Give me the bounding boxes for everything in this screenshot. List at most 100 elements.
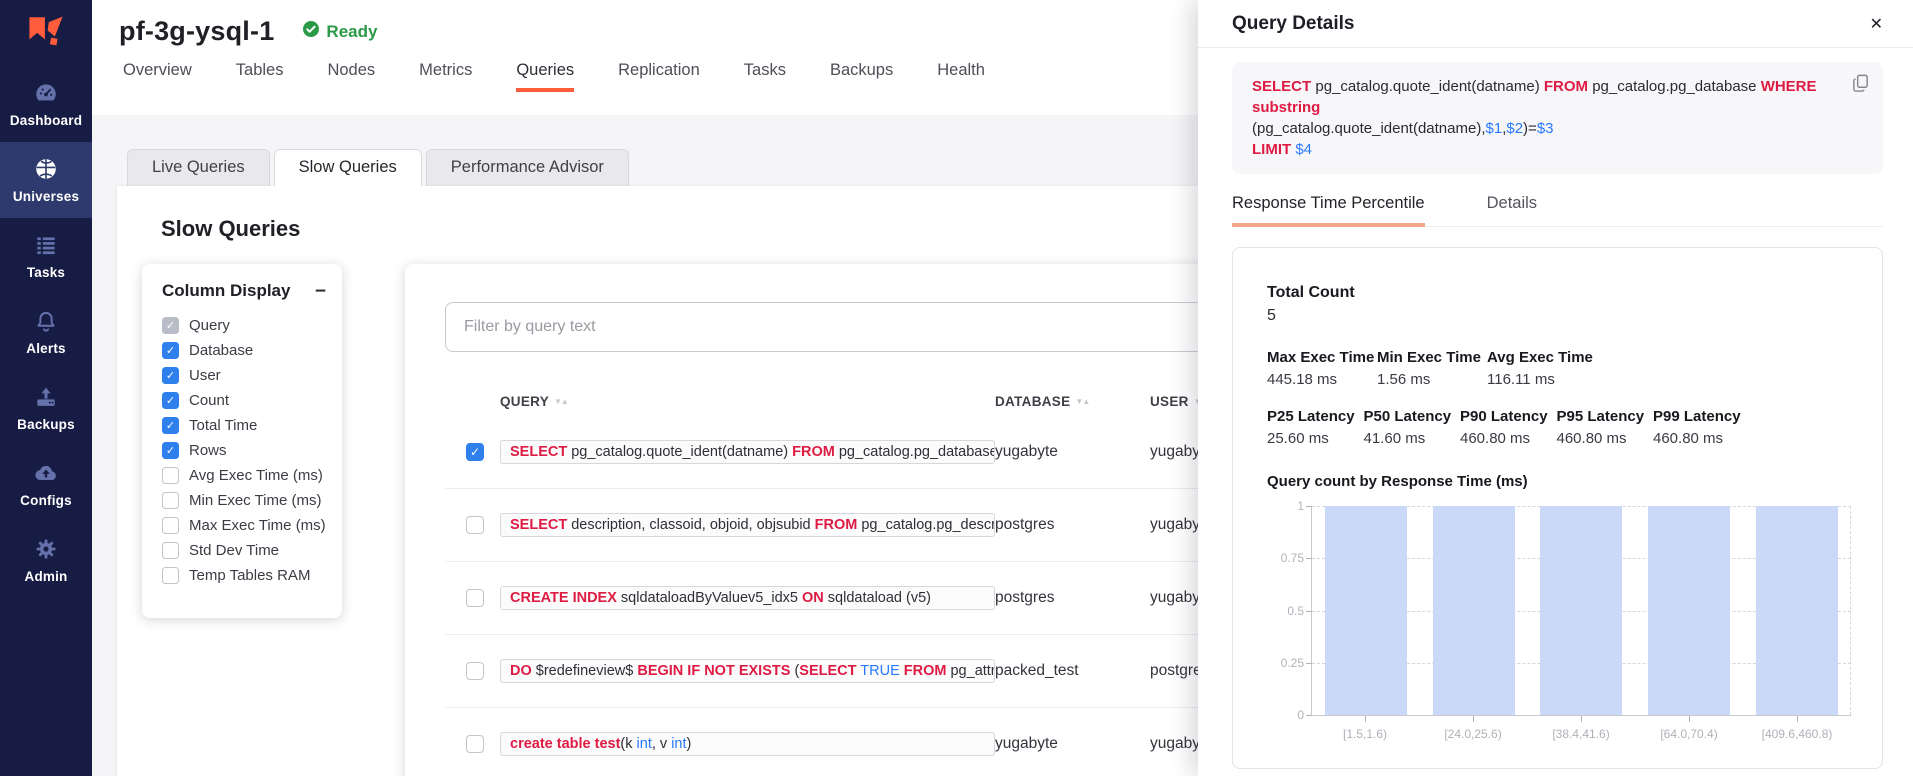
histogram-bar[interactable] — [1325, 506, 1407, 715]
yugabyte-logo[interactable] — [0, 0, 92, 66]
column-label: USER — [1150, 394, 1189, 409]
x-axis-label: [409.6,460.8) — [1743, 727, 1851, 741]
total-count-label: Total Count — [1267, 284, 1848, 302]
column-option-label: Temp Tables RAM — [189, 567, 310, 584]
query-text-chip[interactable]: SELECT description, classoid, objoid, ob… — [500, 513, 995, 537]
checkbox[interactable] — [162, 542, 179, 559]
tab-health[interactable]: Health — [937, 61, 985, 92]
column-option-temp-tables-ram[interactable]: Temp Tables RAM — [162, 563, 326, 588]
sidebar-item-configs[interactable]: Configs — [0, 446, 92, 522]
column-header-database[interactable]: DATABASE▼▲ — [995, 394, 1150, 409]
sidebar-item-label: Tasks — [27, 265, 65, 280]
query-filter-input[interactable] — [445, 302, 1245, 352]
stat-p95-latency: P95 Latency460.80 ms — [1557, 408, 1654, 447]
query-text-chip[interactable]: SELECT pg_catalog.quote_ident(datname) F… — [500, 440, 995, 464]
query-details-title: Query Details — [1232, 13, 1355, 35]
sql-value: int — [671, 736, 686, 752]
histogram-bar[interactable] — [1648, 506, 1730, 715]
close-icon[interactable]: ✕ — [1870, 14, 1883, 34]
checkbox[interactable] — [162, 467, 179, 484]
histogram-bar[interactable] — [1756, 506, 1838, 715]
tab-tables[interactable]: Tables — [236, 61, 284, 92]
subtab-live-queries[interactable]: Live Queries — [127, 149, 270, 186]
sort-icon[interactable]: ▼▲ — [554, 397, 568, 406]
sidebar-item-dashboard[interactable]: Dashboard — [0, 66, 92, 142]
subtab-performance-advisor[interactable]: Performance Advisor — [426, 149, 629, 186]
x-tick-slot — [1311, 716, 1419, 722]
column-option-min-exec-time-ms-[interactable]: Min Exec Time (ms) — [162, 488, 326, 513]
details-tab-details[interactable]: Details — [1487, 194, 1537, 227]
details-tab-response-time-percentile[interactable]: Response Time Percentile — [1232, 194, 1425, 227]
query-text-chip[interactable]: DO $redefineview$ BEGIN IF NOT EXISTS (S… — [500, 659, 995, 683]
sql-text: )= — [1523, 120, 1537, 137]
stat-value: 41.60 ms — [1364, 430, 1461, 447]
checkbox[interactable] — [162, 492, 179, 509]
column-option-query[interactable]: ✓Query — [162, 313, 326, 338]
column-option-user[interactable]: ✓User — [162, 363, 326, 388]
x-axis-tick — [1797, 716, 1798, 722]
sidebar-item-backups[interactable]: Backups — [0, 370, 92, 446]
column-option-count[interactable]: ✓Count — [162, 388, 326, 413]
sidebar-item-admin[interactable]: Admin — [0, 522, 92, 598]
collapse-minus-icon[interactable]: − — [315, 282, 326, 301]
chart-x-labels: [1.5,1.6)[24.0,25.6)[38.4,41.6)[64.0,70.… — [1311, 727, 1851, 741]
tab-replication[interactable]: Replication — [618, 61, 700, 92]
row-checkbox[interactable]: ✓ — [466, 443, 484, 461]
tab-queries[interactable]: Queries — [516, 61, 574, 92]
tab-overview[interactable]: Overview — [123, 61, 192, 92]
checkbox[interactable] — [162, 567, 179, 584]
checkbox[interactable]: ✓ — [162, 417, 179, 434]
stat-value: 1.56 ms — [1377, 371, 1487, 388]
ready-check-icon — [302, 20, 320, 43]
sql-keyword: SELECT — [510, 517, 567, 533]
checkbox[interactable]: ✓ — [162, 392, 179, 409]
column-option-avg-exec-time-ms-[interactable]: Avg Exec Time (ms) — [162, 463, 326, 488]
column-header-query[interactable]: QUERY▼▲ — [500, 394, 995, 409]
row-checkbox[interactable] — [466, 589, 484, 607]
sql-statement-box: SELECT pg_catalog.quote_ident(datname) F… — [1232, 62, 1883, 174]
y-axis-label: 0.75 — [1266, 551, 1304, 565]
table-row[interactable]: ✓ SELECT pg_catalog.quote_ident(datname) … — [445, 416, 1245, 489]
table-row[interactable]: CREATE INDEX sqldataloadByValuev5_idx5 O… — [445, 562, 1245, 635]
x-axis-label: [1.5,1.6) — [1311, 727, 1419, 741]
query-text-chip[interactable]: CREATE INDEX sqldataloadByValuev5_idx5 O… — [500, 586, 995, 610]
tab-tasks[interactable]: Tasks — [744, 61, 786, 92]
row-checkbox[interactable] — [466, 516, 484, 534]
tab-nodes[interactable]: Nodes — [327, 61, 375, 92]
tab-backups[interactable]: Backups — [830, 61, 893, 92]
status-label: Ready — [326, 22, 377, 42]
column-option-total-time[interactable]: ✓Total Time — [162, 413, 326, 438]
column-option-max-exec-time-ms-[interactable]: Max Exec Time (ms) — [162, 513, 326, 538]
checkbox[interactable]: ✓ — [162, 442, 179, 459]
x-axis-tick — [1473, 716, 1474, 722]
percentile-stats-card: Total Count 5 Max Exec Time445.18 msMin … — [1232, 247, 1883, 769]
checkbox[interactable] — [162, 517, 179, 534]
sort-icon[interactable]: ▼▲ — [1075, 397, 1089, 406]
stat-value: 460.80 ms — [1460, 430, 1557, 447]
sql-text: pg_catalog.quote_ident(datname) — [567, 444, 792, 460]
table-row[interactable]: SELECT description, classoid, objoid, ob… — [445, 489, 1245, 562]
row-checkbox[interactable] — [466, 735, 484, 753]
tab-metrics[interactable]: Metrics — [419, 61, 472, 92]
checkbox[interactable]: ✓ — [162, 342, 179, 359]
table-row[interactable]: create table test(k int, v int)yugabytey… — [445, 708, 1245, 776]
column-option-std-dev-time[interactable]: Std Dev Time — [162, 538, 326, 563]
histogram-bar[interactable] — [1433, 506, 1515, 715]
response-time-chart: 10.750.50.250 [1.5,1.6)[24.0,25.6)[38.4,… — [1311, 506, 1851, 741]
bar-slot — [1743, 506, 1851, 715]
query-text-chip[interactable]: create table test(k int, v int) — [500, 732, 995, 756]
subtab-slow-queries[interactable]: Slow Queries — [274, 149, 422, 186]
sidebar-item-universes[interactable]: Universes — [0, 142, 92, 218]
column-option-rows[interactable]: ✓Rows — [162, 438, 326, 463]
checkbox[interactable]: ✓ — [162, 367, 179, 384]
copy-icon[interactable] — [1851, 73, 1870, 98]
exec-time-stats: Max Exec Time445.18 msMin Exec Time1.56 … — [1267, 349, 1848, 388]
row-checkbox[interactable] — [466, 662, 484, 680]
histogram-bar[interactable] — [1540, 506, 1622, 715]
column-option-database[interactable]: ✓Database — [162, 338, 326, 363]
table-row[interactable]: DO $redefineview$ BEGIN IF NOT EXISTS (S… — [445, 635, 1245, 708]
sidebar-nav: DashboardUniverses Tasks AlertsBackupsConf… — [0, 66, 92, 598]
dashboard-gauge-icon — [33, 80, 59, 106]
sidebar-item-tasks[interactable]: Tasks — [0, 218, 92, 294]
sidebar-item-alerts[interactable]: Alerts — [0, 294, 92, 370]
